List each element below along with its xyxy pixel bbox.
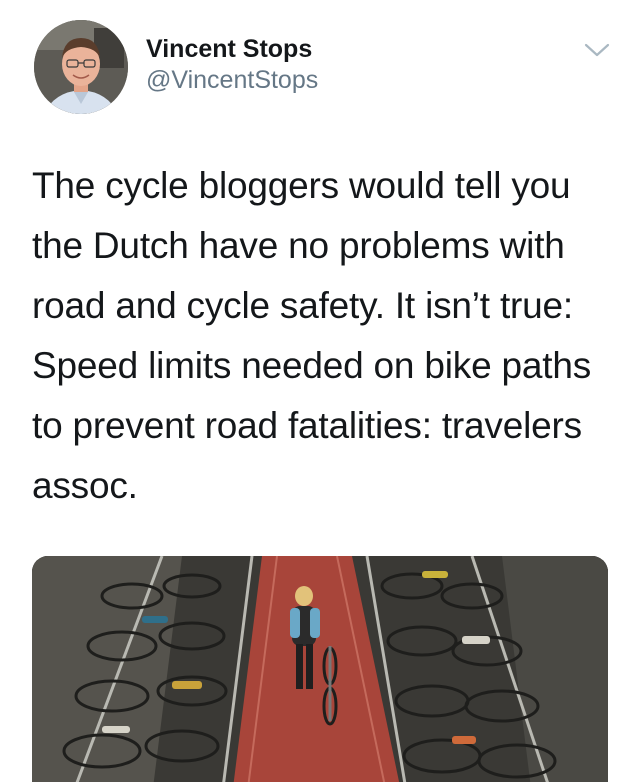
- tweet: Vincent Stops @VincentStops The cycle bl…: [0, 0, 640, 782]
- avatar[interactable]: [34, 20, 128, 114]
- avatar-image: [34, 20, 128, 114]
- author-names: Vincent Stops @VincentStops: [146, 34, 318, 96]
- chevron-down-icon[interactable]: [582, 38, 612, 62]
- tweet-text: The cycle bloggers would tell you the Du…: [32, 165, 592, 506]
- handle[interactable]: @VincentStops: [146, 64, 318, 96]
- display-name[interactable]: Vincent Stops: [146, 34, 318, 64]
- tweet-photo[interactable]: [32, 556, 608, 782]
- bicycle-parking-photo: [32, 556, 608, 782]
- tweet-header: Vincent Stops @VincentStops: [0, 0, 640, 130]
